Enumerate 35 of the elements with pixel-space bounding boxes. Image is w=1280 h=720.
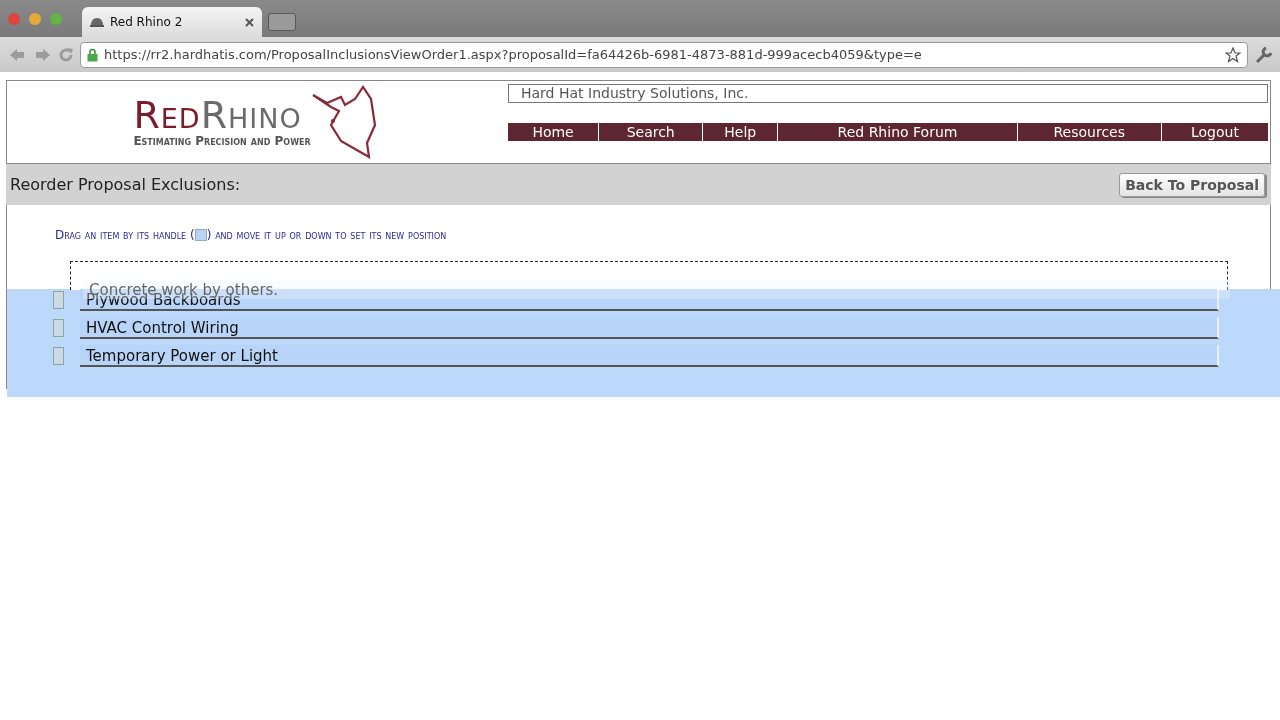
nav-link[interactable]: Home [508,123,599,141]
instruction-text: Drag an item by its handle ( [55,228,195,242]
instruction-text: ) and move it up or down to set its new position [206,228,447,242]
logo-text: Rhino [200,93,302,137]
lock-icon [87,47,98,62]
zoom-window-button[interactable] [50,12,62,25]
drag-handle[interactable] [53,291,64,309]
close-window-button[interactable] [8,12,20,25]
url-text: https://rr2.hardhatis.com/ProposalInclusionsViewOrder1.aspx?proposalId=fa64426b-6981-4873-881d-999acecb4059&type=e [104,47,923,62]
close-icon[interactable] [245,17,254,27]
list-item[interactable]: Temporary Power or Light [80,345,1219,367]
drag-handle[interactable] [53,319,64,337]
nav-link[interactable]: Search [599,123,703,141]
reload-icon[interactable] [58,46,74,63]
wrench-icon[interactable] [1254,44,1274,65]
star-icon[interactable] [1225,46,1241,63]
logo-tagline: Estimating Precision and Power [133,134,311,148]
nav-link[interactable]: Help [703,123,778,141]
address-bar[interactable]: https://rr2.hardhatis.com/ProposalInclusionsViewOrder1.aspx?proposalId=fa64426b-6981-4873-881d-999acecb4059&type=e [80,41,1248,68]
logo-text: Red [133,93,201,137]
new-tab-button[interactable] [268,13,296,31]
company-name: Hard Hat Industry Solutions, Inc. [508,84,1268,103]
handle-icon [194,229,207,241]
minimize-window-button[interactable] [29,12,41,25]
nav-link[interactable]: Logout [1161,123,1268,141]
list-item[interactable]: HVAC Control Wiring [80,317,1219,339]
drag-handle[interactable] [53,347,64,365]
nav-link[interactable]: Red Rhino Forum [778,123,1017,141]
forward-icon[interactable] [34,46,52,63]
back-to-proposal-button[interactable]: Back To Proposal [1119,172,1265,197]
nav-link[interactable]: Resources [1017,123,1161,141]
tab-title: Red Rhino 2 [110,15,184,29]
page-title: Reorder Proposal Exclusions: [10,175,241,194]
helmet-icon [90,16,104,28]
browser-tab[interactable]: Red Rhino 2 [82,7,262,37]
